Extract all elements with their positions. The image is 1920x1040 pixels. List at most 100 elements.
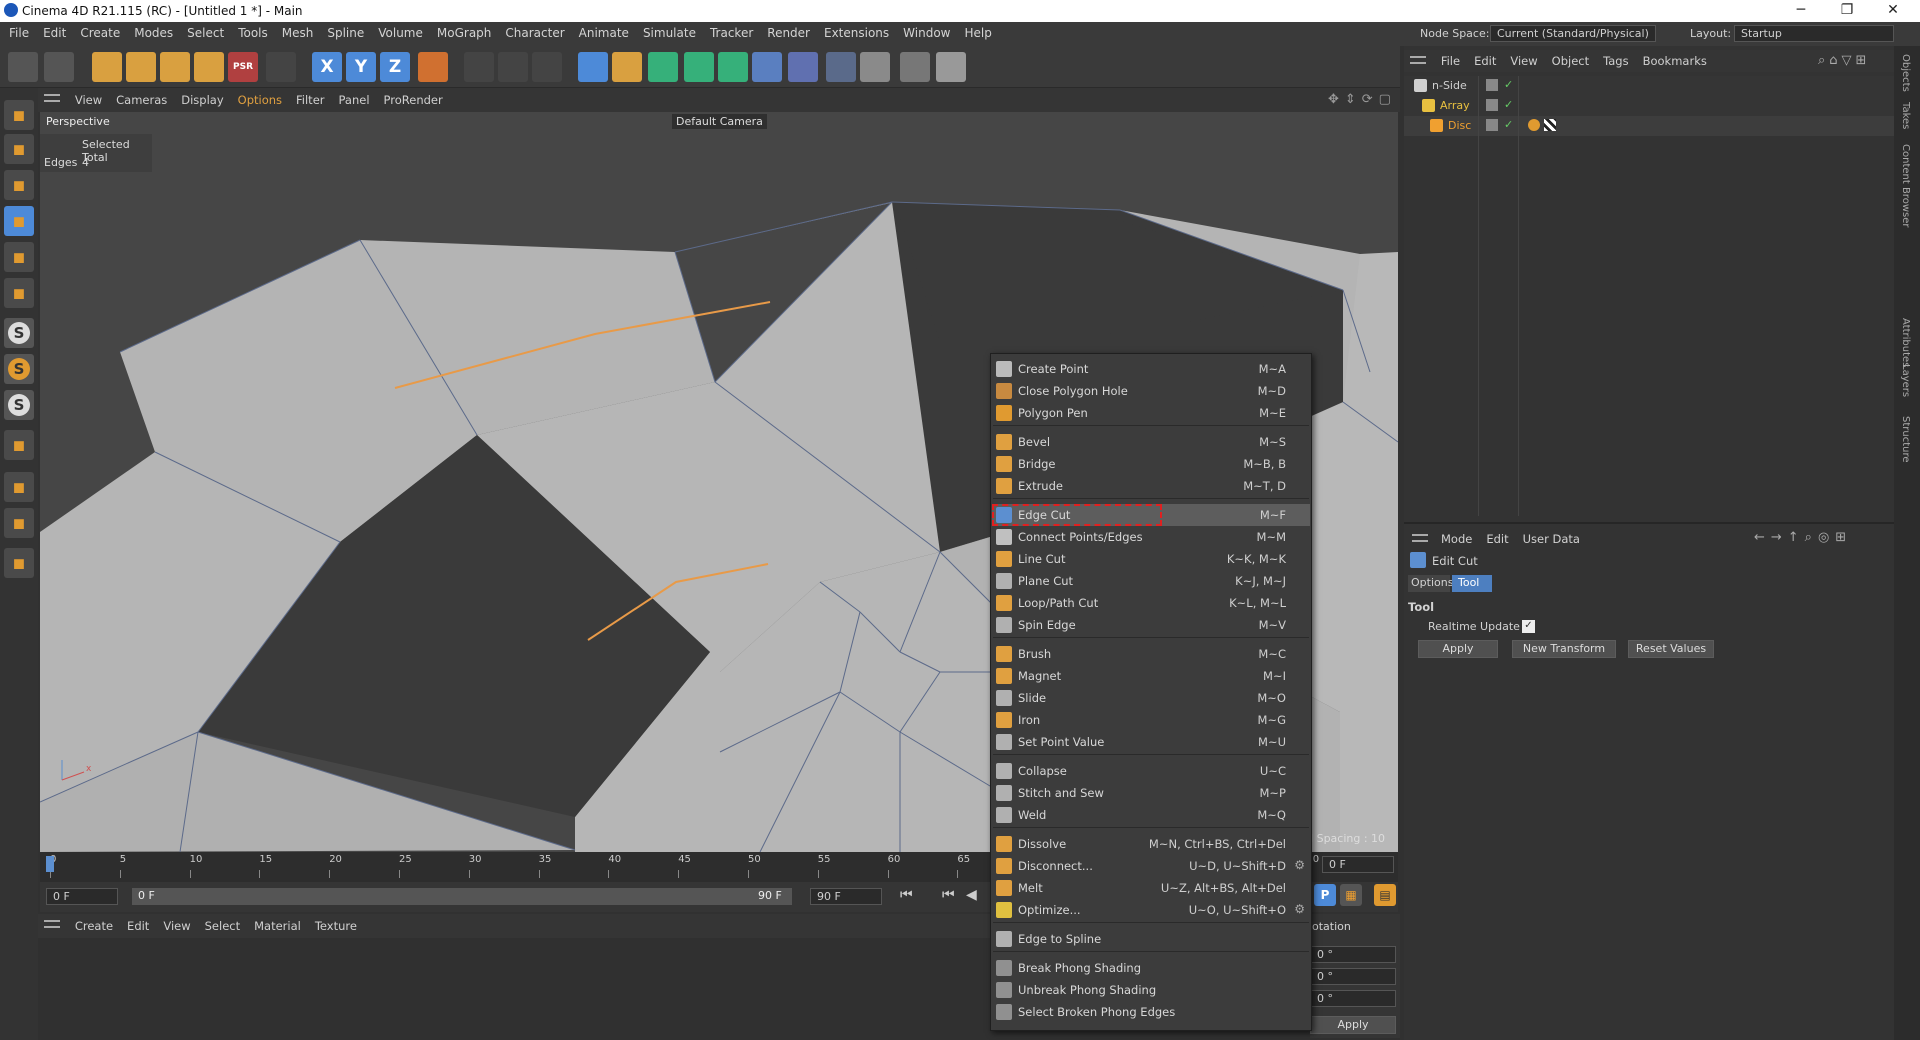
viewport-menu-filter[interactable]: Filter bbox=[289, 88, 331, 107]
snap-s2-icon[interactable]: S bbox=[4, 354, 34, 384]
polygon-mode-icon[interactable]: ◼ bbox=[4, 134, 34, 164]
menu-file[interactable]: File bbox=[2, 22, 36, 40]
tab-tool[interactable]: Tool bbox=[1452, 575, 1492, 592]
menu-item-edge-cut[interactable]: Edge Cut M~F bbox=[992, 504, 1310, 526]
axis-mode-icon[interactable]: ◼ bbox=[4, 278, 34, 308]
menu-item-loop-path-cut[interactable]: Loop/Path Cut K~L, M~L bbox=[992, 592, 1310, 614]
material-menu-select[interactable]: Select bbox=[198, 914, 247, 933]
playhead[interactable] bbox=[46, 856, 54, 872]
camera-label[interactable]: Default Camera bbox=[672, 114, 767, 129]
workplane-icon[interactable]: ◼ bbox=[4, 508, 34, 538]
viewport-menu-cameras[interactable]: Cameras bbox=[109, 88, 174, 107]
visibility-toggle-icon[interactable] bbox=[1486, 119, 1498, 131]
object-menu-bookmarks[interactable]: Bookmarks bbox=[1636, 50, 1714, 68]
menu-animate[interactable]: Animate bbox=[572, 22, 636, 40]
object-menu-tags[interactable]: Tags bbox=[1596, 50, 1635, 68]
menu-modes[interactable]: Modes bbox=[127, 22, 180, 40]
menu-window[interactable]: Window bbox=[896, 22, 957, 40]
material-menu-material[interactable]: Material bbox=[247, 914, 308, 933]
menu-spline[interactable]: Spline bbox=[320, 22, 371, 40]
enable-check-icon[interactable]: ✓ bbox=[1504, 118, 1513, 131]
minimize-button[interactable]: ─ bbox=[1778, 0, 1824, 22]
menu-item-close-polygon-hole[interactable]: Close Polygon Hole M~D bbox=[992, 380, 1310, 402]
menu-item-unbreak-phong-shading[interactable]: Unbreak Phong Shading bbox=[992, 979, 1310, 1001]
viewport-menu-panel[interactable]: Panel bbox=[332, 88, 377, 107]
menu-item-stitch-and-sew[interactable]: Stitch and Sew M~P bbox=[992, 782, 1310, 804]
material-menu-edit[interactable]: Edit bbox=[120, 914, 156, 933]
visibility-toggle-icon[interactable] bbox=[1486, 99, 1498, 111]
menu-item-line-cut[interactable]: Line Cut K~K, M~K bbox=[992, 548, 1310, 570]
menu-item-break-phong-shading[interactable]: Break Phong Shading bbox=[992, 957, 1310, 979]
menu-select[interactable]: Select bbox=[180, 22, 231, 40]
rotation-b-field[interactable]: 0 ° bbox=[1310, 990, 1396, 1007]
reset-values-button[interactable]: Reset Values bbox=[1628, 640, 1714, 658]
attr-menu-user-data[interactable]: User Data bbox=[1516, 528, 1587, 546]
z-axis-icon[interactable]: Z bbox=[380, 52, 410, 82]
menu-item-iron[interactable]: Iron M~G bbox=[992, 709, 1310, 731]
scale-icon[interactable] bbox=[160, 52, 190, 82]
menu-item-spin-edge[interactable]: Spin Edge M~V bbox=[992, 614, 1310, 636]
goto-start-icon[interactable]: ⏮ bbox=[900, 887, 913, 903]
prev-key-icon[interactable]: ⏮ bbox=[942, 887, 955, 903]
redo-icon[interactable] bbox=[44, 52, 74, 82]
field-icon[interactable] bbox=[788, 52, 818, 82]
side-tab-layers[interactable]: Layers bbox=[1900, 364, 1911, 397]
menu-item-polygon-pen[interactable]: Polygon Pen M~E bbox=[992, 402, 1310, 424]
snap-s1-icon[interactable]: S bbox=[4, 318, 34, 348]
node-space-dropdown[interactable]: Current (Standard/Physical) bbox=[1490, 25, 1656, 42]
rotation-p-field[interactable]: 0 ° bbox=[1310, 968, 1396, 985]
object-hamburger-icon[interactable] bbox=[1410, 56, 1426, 64]
menu-mesh[interactable]: Mesh bbox=[275, 22, 321, 40]
realtime-checkbox[interactable]: ✓ bbox=[1522, 620, 1535, 633]
menu-tools[interactable]: Tools bbox=[231, 22, 275, 40]
menu-item-edge-to-spline[interactable]: Edge to Spline bbox=[992, 928, 1310, 950]
menu-volume[interactable]: Volume bbox=[371, 22, 430, 40]
menu-extensions[interactable]: Extensions bbox=[817, 22, 896, 40]
edges-mode-icon[interactable]: ◼ bbox=[4, 170, 34, 200]
close-button[interactable]: ✕ bbox=[1870, 0, 1916, 22]
coords-apply-button[interactable]: Apply bbox=[1310, 1016, 1396, 1034]
model-mode-icon[interactable]: ◼ bbox=[4, 242, 34, 272]
move-icon[interactable] bbox=[126, 52, 156, 82]
menu-help[interactable]: Help bbox=[958, 22, 999, 40]
menu-item-dissolve[interactable]: Dissolve M~N, Ctrl+BS, Ctrl+Del bbox=[992, 833, 1310, 855]
side-tab-takes[interactable]: Takes bbox=[1900, 102, 1911, 129]
material-menu-texture[interactable]: Texture bbox=[308, 914, 364, 933]
object-menu-file[interactable]: File bbox=[1434, 50, 1467, 68]
menu-item-bevel[interactable]: Bevel M~S bbox=[992, 431, 1310, 453]
subdivision-icon[interactable] bbox=[648, 52, 678, 82]
cloner-icon[interactable] bbox=[718, 52, 748, 82]
timeline-icon[interactable]: ▤ bbox=[1374, 884, 1396, 906]
side-tab-structure[interactable]: Structure bbox=[1900, 416, 1911, 463]
cube-icon[interactable] bbox=[578, 52, 608, 82]
settings-gear-icon[interactable]: ⚙ bbox=[1294, 902, 1305, 916]
menu-item-collapse[interactable]: Collapse U~C bbox=[992, 760, 1310, 782]
keyframe-p-icon[interactable]: P bbox=[1314, 884, 1336, 906]
object-menu-object[interactable]: Object bbox=[1545, 50, 1596, 68]
visibility-toggle-icon[interactable] bbox=[1486, 79, 1498, 91]
tab-options[interactable]: Options bbox=[1408, 575, 1453, 592]
menu-item-magnet[interactable]: Magnet M~I bbox=[992, 665, 1310, 687]
range-slider[interactable]: 0 F 90 F bbox=[132, 888, 792, 905]
attr-menu-mode[interactable]: Mode bbox=[1434, 528, 1479, 546]
rotation-h-field[interactable]: 0 ° bbox=[1310, 946, 1396, 963]
menu-item-slide[interactable]: Slide M~O bbox=[992, 687, 1310, 709]
undo-icon[interactable] bbox=[8, 52, 38, 82]
play-back-icon[interactable]: ◀ bbox=[966, 887, 977, 903]
attr-nav-icons[interactable]: ←→↑⌕◎⊞ bbox=[1754, 530, 1852, 545]
environment-icon[interactable] bbox=[826, 52, 856, 82]
tag-material-icon[interactable] bbox=[1544, 119, 1556, 131]
rotate-icon[interactable] bbox=[194, 52, 224, 82]
menu-item-brush[interactable]: Brush M~C bbox=[992, 643, 1310, 665]
viewport-menu-view[interactable]: View bbox=[68, 88, 109, 107]
material-menu-view[interactable]: View bbox=[156, 914, 197, 933]
menu-character[interactable]: Character bbox=[498, 22, 571, 40]
menu-item-set-point-value[interactable]: Set Point Value M~U bbox=[992, 731, 1310, 753]
menu-item-select-broken-phong-edges[interactable]: Select Broken Phong Edges bbox=[992, 1001, 1310, 1023]
render-region-icon[interactable] bbox=[464, 52, 494, 82]
menu-simulate[interactable]: Simulate bbox=[636, 22, 703, 40]
select-arrow-icon[interactable] bbox=[92, 52, 122, 82]
points-mode-icon[interactable]: ◼ bbox=[4, 100, 34, 130]
enable-check-icon[interactable]: ✓ bbox=[1504, 98, 1513, 111]
viewport-menu-options[interactable]: Options bbox=[231, 88, 289, 107]
